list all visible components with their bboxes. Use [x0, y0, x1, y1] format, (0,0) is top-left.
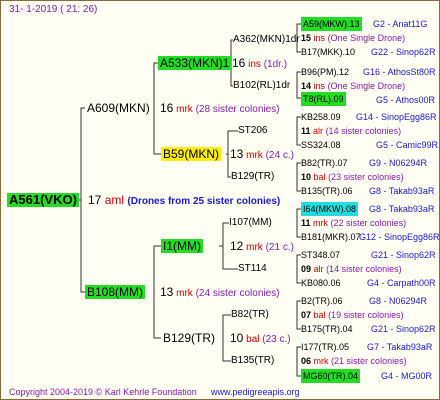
- gen1-upper-name[interactable]: A609(MKN): [85, 101, 152, 115]
- gen3-extra-info-1: 15 ins (One Single Drone): [301, 33, 406, 43]
- gen3-node-5[interactable]: I107(MM): [229, 217, 272, 229]
- gen2-node-3[interactable]: I1(MM): [161, 239, 203, 253]
- gen3-info-8: 06 mrk (21 sister colonies): [301, 356, 407, 366]
- gen4-code-10: G12 - SinopEgg86R: [359, 232, 440, 242]
- gen3-node-2[interactable]: B102(RL)1dr: [233, 80, 290, 92]
- gen3-node-4[interactable]: B129(TR): [231, 171, 274, 183]
- gen4-node-14[interactable]: B175(TR).04: [301, 323, 353, 335]
- gen1-lower-name[interactable]: B108(MM): [85, 285, 146, 299]
- gen4-node-13[interactable]: B2(TR).06: [301, 295, 343, 307]
- gen3-info-5: 11 mrk (22 sister colonies): [301, 218, 407, 228]
- gen4-node-11[interactable]: ST348.07: [301, 249, 340, 261]
- gen3-info-3: 11 alr (14 sister colonies): [301, 126, 402, 136]
- gen4-node-1[interactable]: A59(MKW).13: [301, 17, 362, 31]
- gen4-code-8: G8 - Takab93aR: [369, 186, 435, 196]
- gen4-node-15[interactable]: I177(TR).05: [301, 341, 349, 353]
- gen4-node-12[interactable]: KB080.06: [301, 277, 341, 289]
- gen4-node-7[interactable]: B82(TR).07: [301, 157, 348, 169]
- gen3-extra-info-2: 14 ins (One Single Drone): [301, 81, 406, 91]
- footer-copyright: Copyright 2004-2019 © Karl Kehrle Founda…: [9, 387, 197, 397]
- gen1-lower-info: 13 mrk (24 sister colonies): [160, 285, 280, 299]
- gen4-code-9: G8 - Takab93aR: [369, 204, 435, 214]
- gen4-code-2: G22 - Sinop62R: [371, 47, 436, 57]
- gen3-node-1[interactable]: A362(MKN)1dr: [233, 34, 300, 46]
- gen4-node-2[interactable]: B17(MKK).10: [301, 46, 355, 58]
- gen4-node-6[interactable]: SS324.08: [301, 139, 341, 151]
- gen3-node-3[interactable]: ST206: [238, 125, 267, 137]
- gen3-node-6[interactable]: ST114: [238, 263, 267, 275]
- gen4-code-7: G9 - N06294R: [369, 158, 428, 168]
- gen4-code-1: G2 - Anat11G: [373, 19, 428, 29]
- gen4-node-3[interactable]: B96(PM).12: [301, 66, 349, 78]
- gen4-code-6: G5 - Camic99R: [376, 140, 439, 150]
- gen3-info-6: 09 alr (14 sister colonies): [301, 264, 402, 274]
- gen4-node-9[interactable]: I64(MKW).08: [301, 202, 359, 216]
- root-label: aml: [104, 193, 125, 207]
- root-num: 17: [88, 193, 102, 207]
- gen1-upper-info: 16 mrk (28 sister colonies): [160, 101, 280, 115]
- gen4-code-13: G8 - N06294R: [369, 296, 428, 306]
- gen4-node-16[interactable]: MG60(TR).04: [301, 369, 361, 383]
- gen2-node-4[interactable]: B129(TR): [161, 331, 217, 345]
- root-info: 17 aml (Drones from 25 sister colonies): [88, 194, 280, 208]
- pedigree-frame: 31- 1-2019 ( 21: 26) A561(VKO) 17 aml (D…: [0, 0, 440, 400]
- gen3-info-4: 10 bal (23 sister colonies): [301, 172, 404, 182]
- gen2-info-3: 12 mrk (21 c.): [230, 239, 294, 253]
- root-name[interactable]: A561(VKO): [7, 193, 79, 207]
- root-note: (Drones from 25 sister colonies): [127, 196, 281, 207]
- gen2-info-2: 13 mrk (24 c.): [230, 147, 294, 161]
- gen4-code-11: G21 - Sinop62R: [371, 250, 436, 260]
- gen2-info-4: 10 bal (23 c.): [230, 331, 291, 345]
- gen4-code-12: G4 - Carpath00R: [367, 278, 436, 288]
- gen4-node-8[interactable]: B135(TR).06: [301, 185, 353, 197]
- gen4-node-5[interactable]: KB258.09: [301, 111, 341, 123]
- gen4-code-14: G21 - Sinop62R: [371, 324, 436, 334]
- gen4-code-15: G7 - Takab93aR: [367, 342, 433, 352]
- gen4-code-16: G4 - MG00R: [381, 371, 433, 381]
- gen3-node-8[interactable]: B135(TR): [231, 355, 274, 367]
- gen4-code-5: G14 - SinopEgg86R: [356, 112, 437, 122]
- gen2-info-1: 16 ins (1dr.): [232, 56, 288, 70]
- gen4-code-4: G5 - Athos00R: [376, 95, 436, 105]
- gen2-node-1[interactable]: A533(MKN)1: [158, 56, 232, 70]
- gen3-node-7[interactable]: B82(TR): [231, 309, 269, 321]
- gen2-node-2[interactable]: B59(MKN): [161, 147, 222, 161]
- gen4-node-10[interactable]: B181(MKR).07: [301, 231, 361, 243]
- gen3-info-7: 07 bal (19 sister colonies): [301, 310, 404, 320]
- date-stamp: 31- 1-2019 ( 21: 26): [9, 4, 98, 15]
- gen4-code-3: G16 - AthosSt80R: [363, 67, 436, 77]
- gen4-node-4[interactable]: T8(RL).09: [301, 92, 346, 106]
- footer-site-link[interactable]: www.pedigreeapis.org: [211, 386, 300, 398]
